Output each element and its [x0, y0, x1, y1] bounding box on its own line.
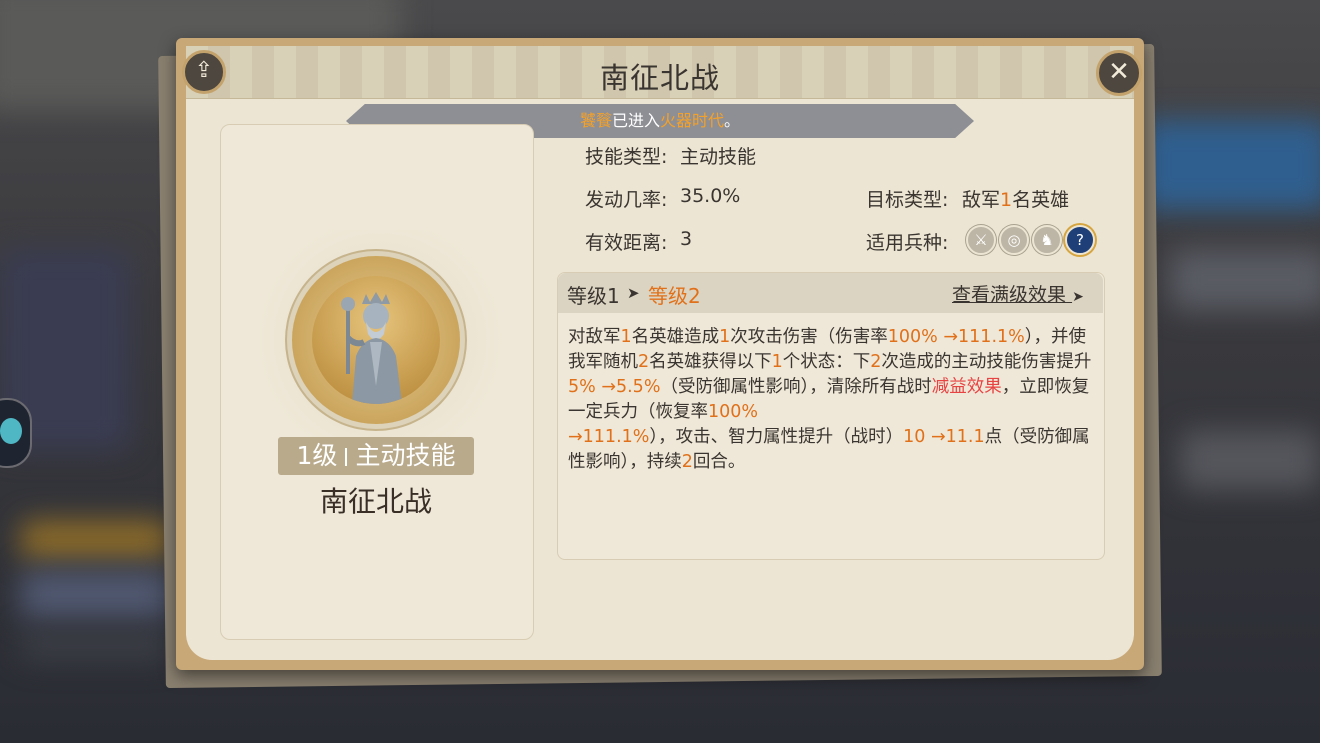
description-segment: 回合。	[692, 452, 746, 472]
description-segment: 2	[681, 452, 693, 472]
range-value: 3	[680, 228, 693, 250]
level-from: 等级1	[567, 284, 620, 308]
max-level-label: 查看满级效果	[952, 284, 1067, 306]
troop-type-label: 适用兵种:	[866, 232, 949, 254]
description-segment: ），攻击、智力属性提升（战时）	[649, 427, 904, 447]
description-segment: 次攻击伤害（伤害率	[730, 327, 888, 347]
description-segment: 5% →5.5%	[568, 377, 661, 397]
target-type-a: 敌军	[962, 189, 1001, 211]
description-segment: 减益效果	[931, 377, 1002, 397]
skill-type-label: 技能类型:	[585, 146, 668, 168]
sword-icon[interactable]: ⚔	[966, 225, 996, 255]
close-button[interactable]: ✕	[1096, 50, 1142, 96]
close-icon: ✕	[1108, 57, 1130, 87]
badge-divider	[345, 448, 348, 466]
target-type-count: 1	[1000, 189, 1013, 211]
description-segment: 个状态：下	[782, 352, 871, 372]
share-button[interactable]: ⇪	[182, 50, 226, 94]
chevron-right-icon: ➤	[1072, 289, 1084, 305]
question-icon[interactable]: ?	[1065, 225, 1095, 255]
description-segment: （受防御属性影响），清除所有战时	[660, 377, 932, 397]
skill-name: 南征北战	[319, 485, 432, 518]
description-segment: 次造成的主动技能伤害提升	[881, 352, 1092, 372]
target-type-label: 目标类型:	[866, 189, 949, 211]
description-segment: 2	[870, 352, 882, 372]
description-segment: 2	[638, 352, 650, 372]
description-segment: 1	[771, 352, 783, 372]
description-segment: 名英雄获得以下	[649, 352, 772, 372]
view-max-level-link[interactable]: 查看满级效果 ➤	[952, 280, 1084, 307]
notice-player-name: 饕餮	[579, 111, 612, 130]
description-segment: 10 →11.1	[903, 427, 985, 447]
notice-era: 火器时代	[660, 111, 725, 130]
side-avatar-button[interactable]	[0, 398, 32, 468]
skill-level-badge: 1级 主动技能	[278, 437, 474, 475]
range-label: 有效距离:	[585, 232, 668, 254]
horse-icon[interactable]: ♞	[1032, 225, 1062, 255]
king-figure-icon	[341, 292, 402, 404]
description-segment: 1	[719, 327, 731, 347]
skill-type-badge: 主动技能	[355, 441, 456, 470]
description-segment: 1	[620, 327, 632, 347]
dialog-title: 南征北战	[599, 61, 720, 95]
arrow-right-icon: ➤	[627, 284, 640, 302]
share-icon: ⇪	[194, 58, 214, 83]
description-segment: 名英雄造成	[631, 327, 720, 347]
target-type-b: 名英雄	[1012, 189, 1070, 211]
description-segment: 对敌军	[568, 327, 621, 347]
skill-portrait-frame	[292, 256, 460, 424]
skill-level: 1级	[296, 441, 338, 470]
trigger-rate-value: 35.0%	[680, 185, 741, 207]
title-bar: 南征北战	[186, 46, 1134, 99]
skill-description: 对敌军1名英雄造成1次攻击伤害（伤害率100% →111.1%），并使我军随机2…	[568, 325, 1093, 475]
skill-portrait	[312, 276, 440, 404]
target-type-value: 敌军1名英雄	[962, 185, 1069, 212]
description-segment: 100% →111.1%	[887, 327, 1025, 347]
trigger-rate-label: 发动几率:	[585, 189, 668, 211]
notice-end: 。	[724, 111, 741, 130]
notice-text: 已进入	[611, 111, 660, 130]
skill-type-value: 主动技能	[680, 146, 757, 168]
level-to: 等级2	[648, 284, 701, 308]
target-icon[interactable]: ◎	[999, 225, 1029, 255]
